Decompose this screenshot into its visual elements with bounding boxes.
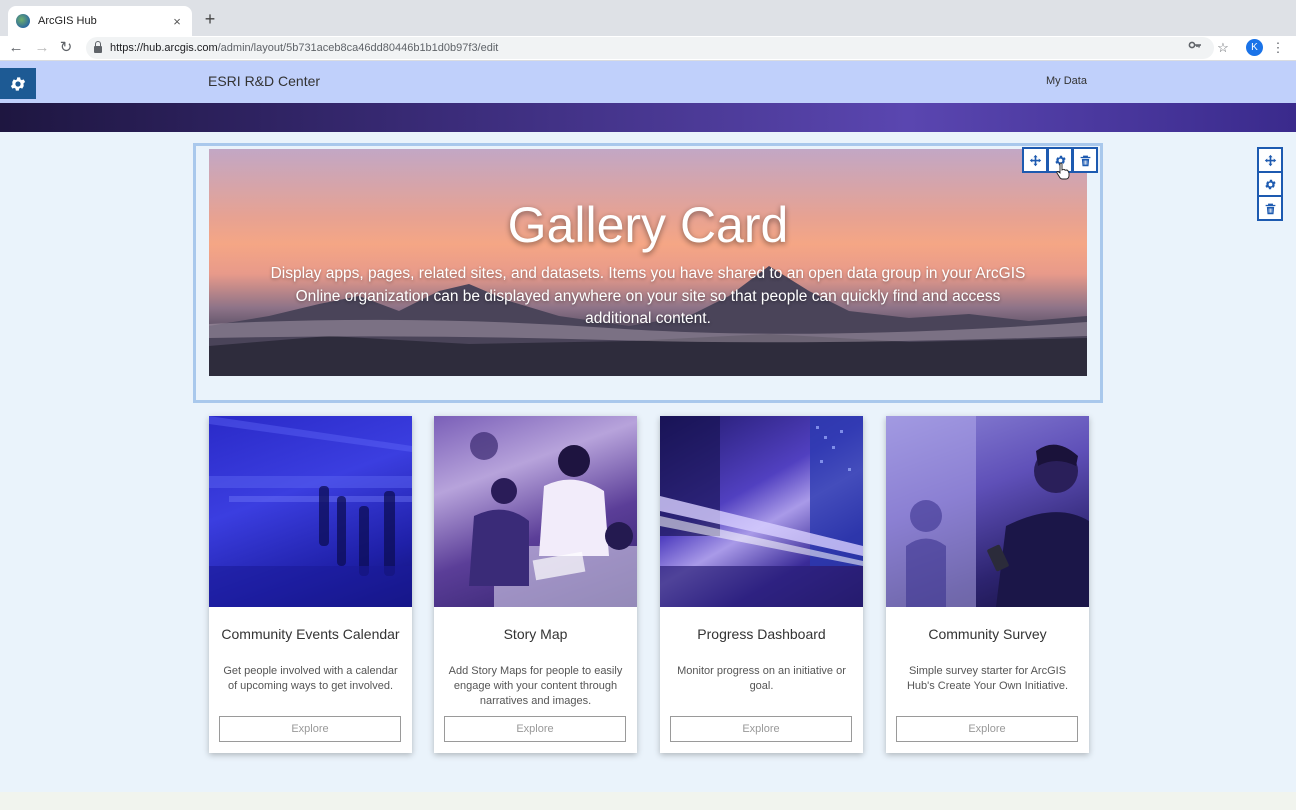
gear-icon [10,76,26,91]
bookmark-star-icon[interactable]: ☆ [1213,38,1233,58]
card-description: Get people involved with a calendar of u… [223,665,398,692]
reload-icon[interactable]: ↻ [56,38,76,58]
site-title[interactable]: ESRI R&D Center [208,73,320,89]
explore-button[interactable]: Explore [444,716,626,742]
card-image-art [886,416,1089,607]
url-host: https://hub.arcgis.com [110,42,218,54]
browser-tab[interactable]: ArcGIS Hub × [8,6,192,36]
move-card-button[interactable] [1022,147,1048,173]
card-description: Simple survey starter for ArcGIS Hub's C… [906,665,1069,692]
explore-button[interactable]: Explore [896,716,1078,742]
gallery-card-description: Display apps, pages, related sites, and … [270,265,1026,327]
my-data-link[interactable]: My Data [1046,75,1087,87]
move-arrows-icon [1264,154,1276,166]
forward-arrow-icon[interactable]: → [32,38,52,58]
arcgis-globe-icon [16,14,30,28]
card-title: Story Map [503,626,568,642]
card-description: Monitor progress on an initiative or goa… [677,665,846,692]
hero-image-strip [0,103,1296,132]
card-title: Community Events Calendar [221,626,400,642]
browser-tab-strip: ArcGIS Hub × + [0,0,1296,36]
card-title: Community Survey [928,626,1047,642]
explore-button[interactable]: Explore [219,716,401,742]
gallery-card-title: Gallery Card [507,197,789,253]
gear-icon [1264,179,1276,189]
trash-icon [1265,203,1275,214]
lock-icon [94,41,102,53]
delete-card-button[interactable] [1072,147,1098,173]
card-title: Progress Dashboard [697,626,826,642]
trash-icon [1080,155,1090,166]
site-settings-button[interactable] [0,68,36,99]
back-arrow-icon[interactable]: ← [6,38,26,58]
card-story-map: Story Map Add Story Maps for people to e… [434,416,637,753]
footer-band [0,792,1296,810]
card-image [434,416,637,607]
card-description: Add Story Maps for people to easily enga… [448,665,623,707]
card-community-survey: Community Survey Simple survey starter f… [886,416,1089,753]
card-image-art [209,416,412,607]
url-path: /admin/layout/5b731aceb8ca46dd80446b1b1d… [217,42,499,54]
profile-avatar[interactable]: K [1246,39,1263,56]
card-image-art [660,416,863,607]
tab-title: ArcGIS Hub [38,15,97,27]
card-community-events-calendar: Community Events Calendar Get people inv… [209,416,412,753]
address-url: https://hub.arcgis.com/admin/layout/5b73… [110,42,498,54]
card-image [209,416,412,607]
card-image-art [469,432,637,607]
row-settings-button[interactable] [1257,171,1283,197]
explore-button[interactable]: Explore [670,716,852,742]
card-image [886,416,1089,607]
move-arrows-icon [1029,154,1041,166]
tab-close-icon[interactable]: × [170,14,184,29]
delete-row-button[interactable] [1257,195,1283,221]
site-header [0,61,1296,103]
new-tab-icon[interactable]: + [200,8,220,30]
address-bar[interactable]: https://hub.arcgis.com/admin/layout/5b73… [86,37,1214,59]
card-progress-dashboard: Progress Dashboard Monitor progress on a… [660,416,863,753]
more-menu-icon[interactable]: ⋮ [1268,38,1288,58]
row-edit-toolbar [1257,147,1283,221]
key-icon[interactable] [1185,38,1205,58]
browser-toolbar: ← → ↻ https://hub.arcgis.com/admin/layou… [0,36,1296,61]
hand-pointer-cursor-icon [1056,162,1070,180]
move-row-button[interactable] [1257,147,1283,173]
card-image [660,416,863,607]
